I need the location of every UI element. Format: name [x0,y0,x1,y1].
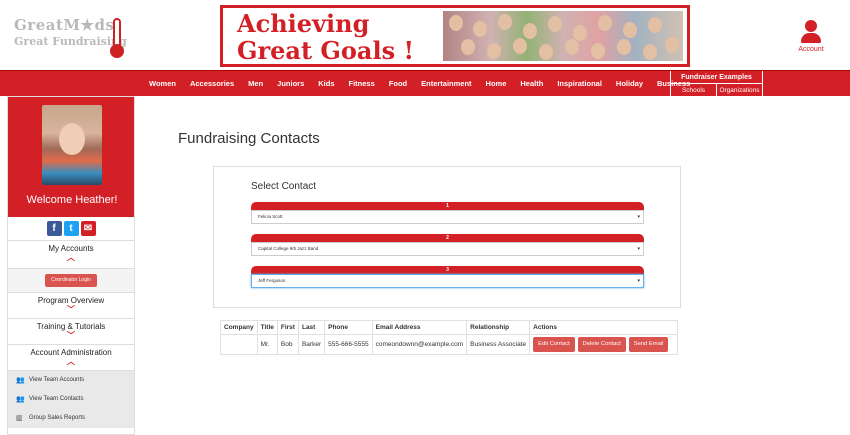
select-contact-panel: Select Contact 1 Felicia Scott ▾ 2 Capit… [213,166,681,308]
select-contact-title: Select Contact [251,181,317,192]
select-number: 3 [251,266,644,274]
profile-photo [42,105,102,185]
contact-select-field[interactable]: Jeff Ferguson ▾ [251,274,644,288]
dropdown-arrow-icon: ▾ [637,278,640,284]
nav-item-men[interactable]: Men [241,71,270,97]
sidebar-item-view-team-accounts[interactable]: 👥 View Team Accounts [8,371,134,390]
cell-company [220,334,258,355]
logo-line2: Great Fundraising [14,35,127,48]
thermometer-bulb-icon [110,44,124,58]
cell-first: Bob [276,334,299,355]
contact-select-3[interactable]: 3 Jeff Ferguson ▾ [251,266,644,288]
nav-item-holiday[interactable]: Holiday [609,71,650,97]
nav-items: Women Accessories Men Juniors Kids Fitness Foo… [142,71,697,97]
cell-last: Barker [297,334,326,355]
users-icon: 👥 [16,396,25,403]
social-links: f t ✉ [8,217,134,241]
col-company: Company [220,320,258,335]
page-title: Fundraising Contacts [178,130,320,147]
nav-item-inspirational[interactable]: Inspirational [550,71,609,97]
contacts-table: Company Title First Last Phone Email Add… [220,320,679,355]
account-link[interactable]: Account [796,20,826,53]
welcome-text: Welcome Heather! [26,194,118,206]
send-email-button[interactable]: Send Email [628,337,669,352]
banner-line1: Achieving [237,9,370,38]
nav-organizations[interactable]: Organizations [717,84,762,97]
nav-item-home[interactable]: Home [479,71,514,97]
col-phone: Phone [324,320,373,335]
fundraiser-examples-menu: Fundraiser Examples Schools Organization… [670,71,763,97]
nav-item-women[interactable]: Women [142,71,183,97]
bar-chart-icon: ▥ [16,415,23,422]
cell-title: Mr. [256,334,278,355]
nav-item-food[interactable]: Food [382,71,414,97]
col-first: First [276,320,299,335]
dropdown-arrow-icon: ▾ [637,246,640,252]
sidebar: Welcome Heather! f t ✉ My Accounts ︿ Coo… [7,96,135,435]
profile-card: Welcome Heather! [8,97,134,217]
nav-item-fitness[interactable]: Fitness [342,71,382,97]
col-relationship: Relationship [466,320,531,335]
dropdown-arrow-icon: ▾ [637,214,640,220]
sidebar-training[interactable]: Training & Tutorials ﹀ [8,319,134,345]
account-admin-label: Account Administration [30,348,112,357]
nav-item-juniors[interactable]: Juniors [270,71,311,97]
select-number: 1 [251,202,644,210]
table-header-row: Company Title First Last Phone Email Add… [220,320,679,335]
header-banner: Achieving Great Goals ! [220,5,690,67]
nav-item-entertainment[interactable]: Entertainment [414,71,478,97]
edit-contact-button[interactable]: Edit Contact [533,337,575,352]
contact-select-field[interactable]: Capital College 9/5 Jazz Band ▾ [251,242,644,256]
banner-crowd-image [443,11,683,61]
select-number: 2 [251,234,644,242]
coordinator-login-button[interactable]: Coordinator Login [45,274,97,287]
col-email: Email Address [371,320,468,335]
table-row: Mr. Bob Barker 555-666-5555 comeondownn@… [220,334,679,355]
chevron-up-icon: ︿ [67,357,75,366]
sidebar-program-overview[interactable]: Program Overview ﹀ [8,293,134,319]
chevron-down-icon: ﹀ [67,331,75,340]
banner-line2: Great Goals ! [237,36,414,65]
users-icon: 👥 [16,377,25,384]
cell-phone: 555-666-5555 [324,334,373,355]
nav-item-accessories[interactable]: Accessories [183,71,241,97]
site-header: GreatM★ds Great Fundraising Achieving Gr… [0,0,850,70]
chevron-down-icon: ﹀ [67,305,75,314]
nav-item-health[interactable]: Health [513,71,550,97]
my-accounts-label: My Accounts [48,244,94,253]
sidebar-item-view-team-contacts[interactable]: 👥 View Team Contacts [8,390,134,409]
contact-select-2[interactable]: 2 Capital College 9/5 Jazz Band ▾ [251,234,644,256]
col-title: Title [256,320,278,335]
twitter-icon[interactable]: t [63,221,79,236]
account-admin-submenu: 👥 View Team Accounts 👥 View Team Contact… [8,371,134,428]
col-actions: Actions [529,320,679,335]
nav-schools[interactable]: Schools [671,84,717,97]
chevron-up-icon: ︿ [67,253,75,262]
nav-item-kids[interactable]: Kids [311,71,341,97]
logo-line1: GreatM★ds [14,16,115,34]
sidebar-my-accounts[interactable]: My Accounts ︿ [8,241,134,269]
cell-actions: Edit Contact Delete Contact Send Email [529,334,679,355]
site-logo[interactable]: GreatM★ds Great Fundraising [10,10,135,58]
user-icon [805,20,817,32]
col-last: Last [297,320,326,335]
sidebar-account-admin[interactable]: Account Administration ︿ [8,345,134,371]
contact-select-field[interactable]: Felicia Scott ▾ [251,210,644,224]
delete-contact-button[interactable]: Delete Contact [577,337,626,352]
cell-relationship: Business Associate [466,334,531,355]
facebook-icon[interactable]: f [46,221,62,236]
cell-email: comeondownn@example.com [371,334,468,355]
training-label: Training & Tutorials [36,322,106,331]
fundraiser-examples-title[interactable]: Fundraiser Examples [671,71,762,84]
sidebar-item-group-sales-reports[interactable]: ▥ Group Sales Reports [8,409,134,428]
program-overview-label: Program Overview [37,296,105,305]
account-label: Account [798,46,824,53]
email-icon[interactable]: ✉ [80,221,96,236]
contact-select-1[interactable]: 1 Felicia Scott ▾ [251,202,644,224]
main-nav: Women Accessories Men Juniors Kids Fitness Foo… [0,70,850,97]
